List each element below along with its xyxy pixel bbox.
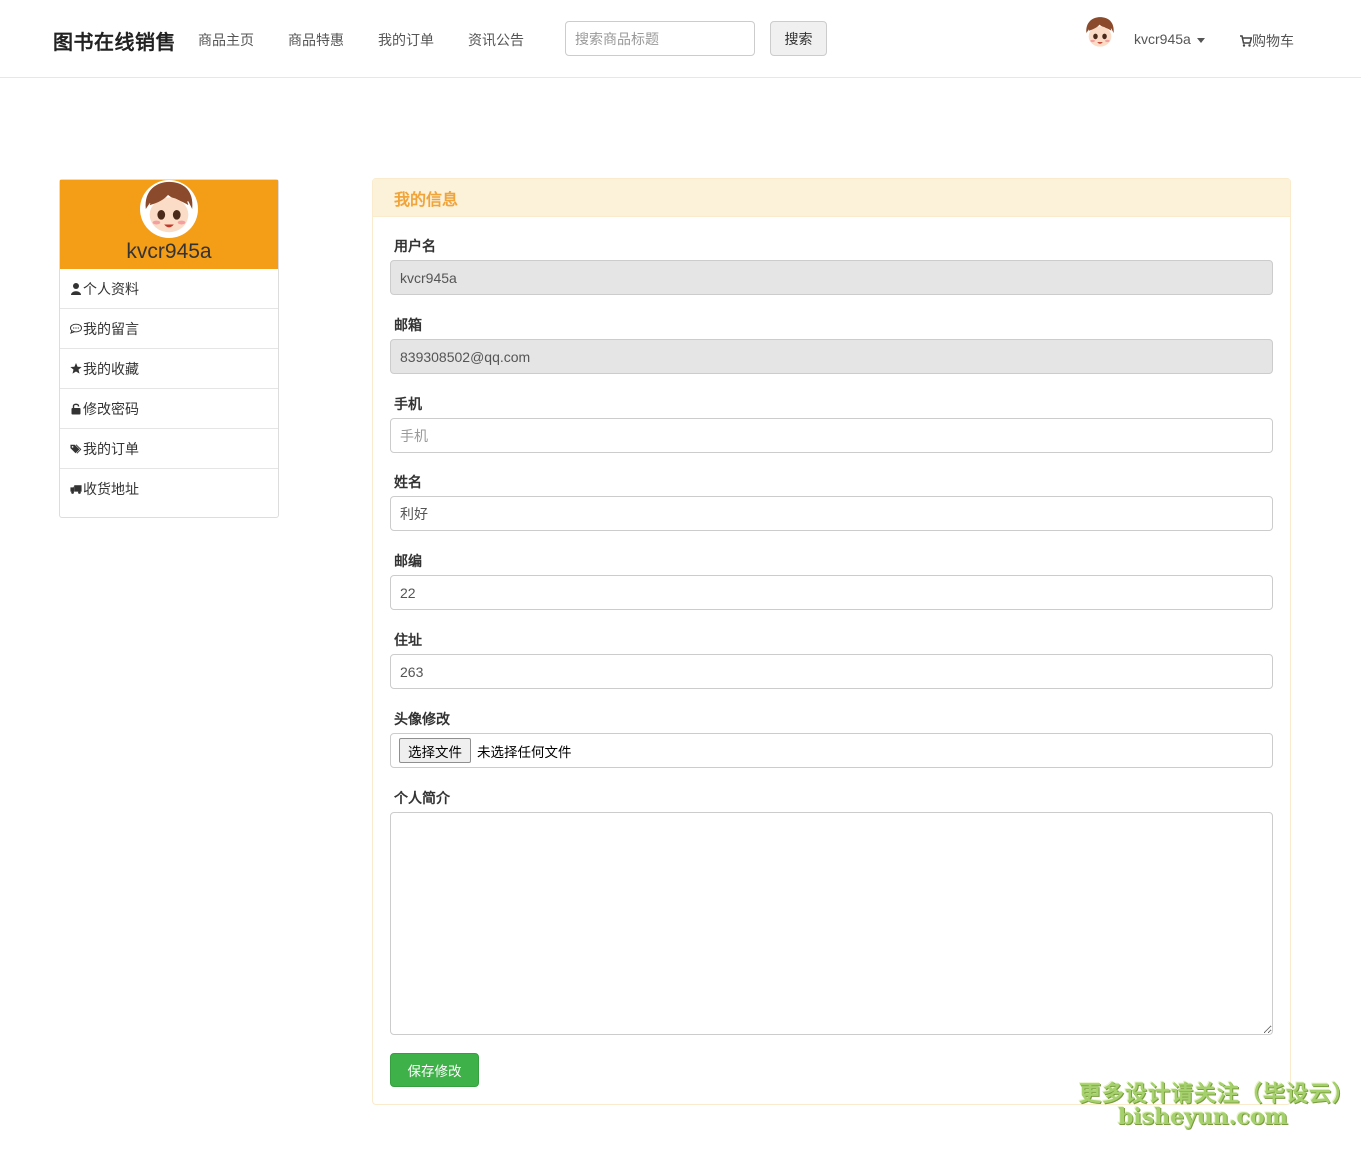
caret-down-icon bbox=[1196, 37, 1205, 43]
sidebar-item-label: 个人资料 bbox=[83, 280, 139, 297]
unlock-icon bbox=[70, 402, 82, 416]
tags-icon bbox=[70, 442, 82, 456]
panel-header: 我的信息 bbox=[373, 179, 1290, 217]
sidebar-item-password[interactable]: 修改密码 bbox=[60, 389, 278, 429]
phone-label: 手机 bbox=[394, 396, 422, 412]
user-icon bbox=[70, 282, 82, 296]
phone-field[interactable] bbox=[390, 418, 1273, 453]
top-navbar: 图书在线销售 商品主页 商品特惠 我的订单 资讯公告 搜索 kvcr945a 购… bbox=[0, 0, 1361, 78]
brand-logo[interactable]: 图书在线销售 bbox=[53, 26, 176, 55]
sidebar-avatar bbox=[140, 180, 198, 238]
avatar-file-input[interactable]: 选择文件 未选择任何文件 bbox=[390, 733, 1273, 768]
truck-icon bbox=[70, 482, 82, 496]
cart-label: 购物车 bbox=[1252, 33, 1294, 49]
watermark-url: bisheyun.com bbox=[1118, 1104, 1288, 1130]
sidebar-item-label: 我的订单 bbox=[83, 440, 139, 457]
name-field[interactable] bbox=[390, 496, 1273, 531]
cart-icon bbox=[1240, 35, 1253, 47]
sidebar-item-favorites[interactable]: 我的收藏 bbox=[60, 349, 278, 389]
address-label: 住址 bbox=[394, 632, 422, 648]
address-field[interactable] bbox=[390, 654, 1273, 689]
file-status: 未选择任何文件 bbox=[477, 744, 572, 760]
cart-link[interactable]: 购物车 bbox=[1240, 31, 1294, 51]
comment-icon bbox=[70, 322, 82, 336]
zip-field[interactable] bbox=[390, 575, 1273, 610]
bio-label: 个人简介 bbox=[394, 790, 450, 806]
sidebar-item-profile[interactable]: 个人资料 bbox=[60, 269, 278, 309]
user-menu[interactable]: kvcr945a bbox=[1134, 31, 1205, 47]
star-icon bbox=[70, 362, 82, 376]
email-field[interactable] bbox=[390, 339, 1273, 374]
choose-file-button[interactable]: 选择文件 bbox=[399, 738, 471, 763]
save-button[interactable]: 保存修改 bbox=[390, 1053, 479, 1087]
nav-link-news[interactable]: 资讯公告 bbox=[468, 30, 524, 50]
sidebar-item-label: 修改密码 bbox=[83, 400, 139, 417]
username-label: 用户名 bbox=[394, 238, 436, 254]
sidebar-header: kvcr945a bbox=[60, 180, 278, 269]
nav-link-home[interactable]: 商品主页 bbox=[198, 30, 254, 50]
user-sidebar: kvcr945a 个人资料 我的留言 我的收藏 修改密码 我的订单 收货地址 bbox=[59, 179, 279, 518]
nav-link-deals[interactable]: 商品特惠 bbox=[288, 30, 344, 50]
sidebar-item-messages[interactable]: 我的留言 bbox=[60, 309, 278, 349]
sidebar-item-label: 我的收藏 bbox=[83, 360, 139, 377]
sidebar-item-orders[interactable]: 我的订单 bbox=[60, 429, 278, 469]
sidebar-item-label: 我的留言 bbox=[83, 320, 139, 337]
profile-panel: 我的信息 用户名 邮箱 手机 姓名 邮编 住址 头像修改 选择文件 未选择任何文… bbox=[372, 178, 1291, 1105]
username-field[interactable] bbox=[390, 260, 1273, 295]
sidebar-item-address[interactable]: 收货地址 bbox=[60, 469, 278, 509]
sidebar-username: kvcr945a bbox=[126, 240, 212, 263]
search-button[interactable]: 搜索 bbox=[770, 21, 827, 56]
user-avatar[interactable] bbox=[1083, 16, 1117, 50]
username-label: kvcr945a bbox=[1134, 31, 1191, 47]
nav-link-orders[interactable]: 我的订单 bbox=[378, 30, 434, 50]
bio-textarea[interactable] bbox=[390, 812, 1273, 1035]
avatar-upload-label: 头像修改 bbox=[394, 711, 450, 727]
panel-title: 我的信息 bbox=[394, 191, 459, 209]
search-input[interactable] bbox=[565, 21, 755, 56]
email-label: 邮箱 bbox=[394, 317, 422, 333]
name-label: 姓名 bbox=[394, 474, 422, 490]
zip-label: 邮编 bbox=[394, 553, 422, 569]
sidebar-item-label: 收货地址 bbox=[83, 481, 139, 497]
